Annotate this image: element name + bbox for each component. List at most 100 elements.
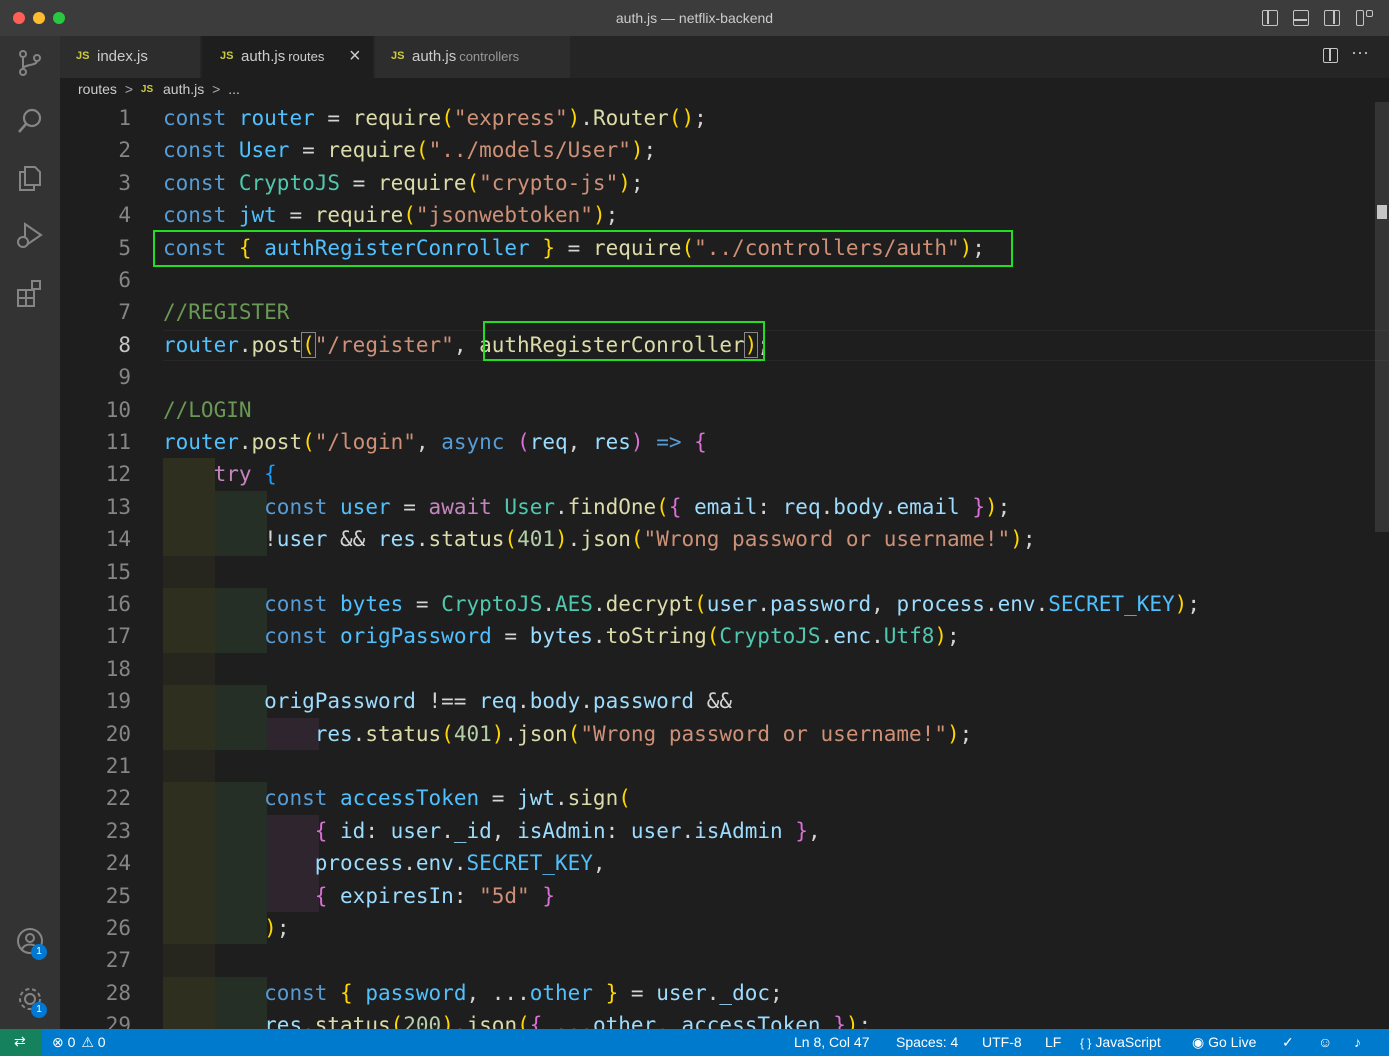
tab-auth-js-routes[interactable]: JS auth.js routes ×	[202, 36, 374, 78]
code-line: const bytes = CryptoJS.AES.decrypt(user.…	[264, 592, 1200, 616]
customize-layout-icon[interactable]	[1356, 10, 1364, 26]
braces-icon: { }	[1080, 1036, 1092, 1050]
extensions-icon[interactable]	[15, 278, 45, 308]
cursor-position[interactable]: Ln 8, Col 47	[794, 1034, 870, 1050]
line-number: 23	[105, 818, 131, 843]
line-number: 25	[105, 883, 131, 908]
code-line: router.post("/login", async (req, res) =…	[163, 430, 707, 454]
code-line: const { password, ...other } = user._doc…	[264, 980, 783, 1005]
tab-label: auth.js controllers	[412, 48, 520, 65]
tab-index-js[interactable]: JS index.js	[60, 36, 201, 78]
problems-indicator[interactable]: ⊗ 0 ⚠ 0	[52, 1034, 106, 1051]
code-line: const accessToken = jwt.sign(	[264, 786, 631, 811]
split-editor-icon[interactable]	[1323, 48, 1338, 63]
line-number: 3	[118, 170, 131, 195]
toggle-primary-sidebar-icon[interactable]	[1262, 10, 1278, 26]
activity-bar: 1 1	[0, 36, 60, 1029]
code-line: const jwt = require("jsonwebtoken");	[163, 203, 619, 228]
explorer-icon[interactable]	[15, 163, 45, 193]
highlight-box-controller	[483, 321, 765, 361]
line-number: 2	[118, 138, 131, 163]
line-number: 13	[105, 494, 131, 519]
line-number: 26	[105, 916, 131, 940]
line-number: 27	[105, 948, 131, 973]
title-bar: auth.js — netflix-backend	[0, 0, 1389, 36]
line-number: 29	[105, 1013, 131, 1029]
chevron-right-icon: >	[212, 81, 221, 98]
broadcast-icon: ◉	[1192, 1034, 1205, 1050]
encoding[interactable]: UTF-8	[982, 1034, 1022, 1050]
line-number: 11	[105, 430, 131, 454]
error-icon: ⊗	[52, 1034, 64, 1050]
remote-indicator-icon[interactable]: ⇄	[0, 1029, 42, 1056]
line-number: 17	[105, 624, 131, 649]
js-file-icon: JS	[76, 50, 90, 62]
line-number: 18	[105, 656, 131, 681]
breadcrumb-symbol[interactable]: ...	[228, 81, 240, 97]
customize-layout-icon-part	[1366, 10, 1373, 17]
js-file-icon: JS	[220, 50, 234, 62]
tab-label: index.js	[97, 48, 148, 65]
code-line: { id: user._id, isAdmin: user.isAdmin },	[314, 818, 821, 843]
line-number: 4	[118, 203, 131, 228]
scrollbar-cursor-marker	[1377, 205, 1387, 219]
language-mode[interactable]: { } JavaScript	[1080, 1034, 1161, 1050]
chevron-right-icon: >	[124, 81, 133, 98]
line-number: 24	[105, 851, 131, 876]
code-line: res.status(401).json("Wrong password or …	[314, 721, 973, 746]
line-number: 21	[105, 754, 131, 778]
line-number: 22	[105, 786, 131, 811]
go-live-button[interactable]: ◉ Go Live	[1192, 1034, 1256, 1051]
code-line: const User = require("../models/User");	[163, 138, 657, 163]
line-number-current: 8	[118, 332, 131, 357]
js-file-icon: JS	[391, 50, 405, 62]
source-control-icon[interactable]	[15, 48, 45, 78]
search-icon[interactable]	[15, 106, 45, 136]
error-count: 0	[67, 1034, 76, 1050]
notifications-bell-icon[interactable]: ♪	[1354, 1034, 1361, 1050]
close-tab-icon[interactable]: ×	[349, 45, 361, 68]
line-number: 7	[118, 300, 131, 325]
tab-label: auth.js routes	[241, 48, 325, 65]
code-line: try {	[213, 462, 277, 487]
settings-badge: 1	[31, 1002, 47, 1018]
line-number: 1	[118, 106, 131, 130]
line-number: 5	[118, 235, 131, 260]
end-of-line[interactable]: LF	[1045, 1034, 1061, 1050]
breadcrumb-folder[interactable]: routes	[78, 81, 117, 97]
code-line: const router = require("express").Router…	[163, 106, 707, 130]
feedback-icon[interactable]: ☺	[1318, 1034, 1332, 1050]
indentation[interactable]: Spaces: 4	[896, 1034, 958, 1050]
code-line: //REGISTER	[163, 300, 290, 325]
prettier-icon[interactable]: ✓	[1282, 1034, 1294, 1051]
warning-icon: ⚠	[81, 1034, 94, 1050]
code-line: res.status(200).json({ ...other, accessT…	[264, 1013, 872, 1029]
line-number: 16	[105, 592, 131, 616]
status-bar: ⇄ ⊗ 0 ⚠ 0 Ln 8, Col 47 Spaces: 4 UTF-8 L…	[0, 1029, 1389, 1056]
line-number: 28	[105, 980, 131, 1005]
line-number: 12	[105, 462, 131, 487]
more-actions-icon[interactable]: ···	[1351, 42, 1369, 63]
run-debug-icon[interactable]	[15, 220, 45, 250]
code-editor[interactable]: 1 const router = require("express").Route…	[60, 102, 1389, 1029]
breadcrumb-file[interactable]: auth.js	[163, 81, 204, 97]
code-line: );	[264, 916, 290, 940]
warning-count: 0	[97, 1034, 106, 1050]
code-line: const CryptoJS = require("crypto-js");	[163, 170, 644, 195]
js-file-icon: JS	[140, 83, 154, 95]
line-number: 10	[105, 397, 131, 422]
breadcrumb: routes > JS auth.js > ...	[78, 80, 240, 102]
code-line: !user && res.status(401).json("Wrong pas…	[163, 527, 1036, 552]
line-number: 14	[105, 527, 131, 552]
toggle-secondary-sidebar-icon[interactable]	[1324, 10, 1340, 26]
code-line: const origPassword = bytes.toString(Cryp…	[264, 624, 960, 649]
tab-auth-js-controllers[interactable]: JS auth.js controllers	[375, 36, 571, 78]
code-line: origPassword !== req.body.password &&	[264, 689, 733, 714]
toggle-panel-icon[interactable]	[1293, 10, 1309, 26]
accounts-badge: 1	[31, 944, 47, 960]
line-number: 6	[118, 268, 131, 292]
vertical-scrollbar[interactable]	[1375, 102, 1389, 532]
line-number: 19	[105, 689, 131, 714]
window-title: auth.js — netflix-backend	[615, 10, 774, 26]
line-number: 20	[105, 721, 131, 746]
